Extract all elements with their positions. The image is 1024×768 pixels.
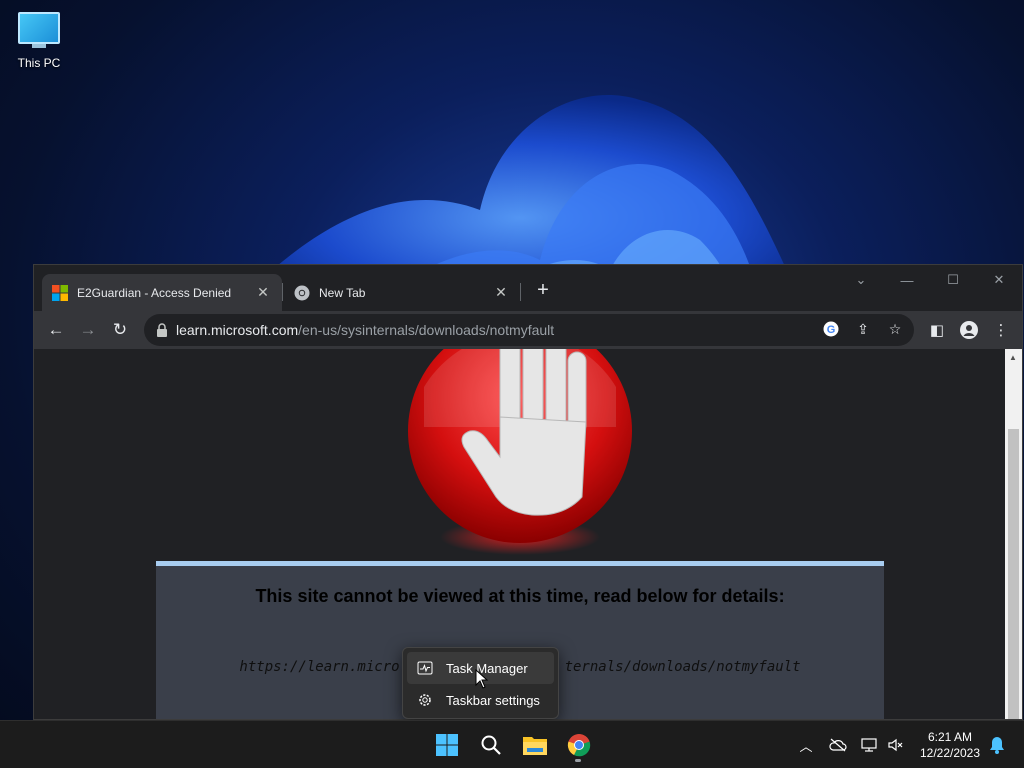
- lock-icon: [157, 323, 167, 337]
- tab-strip: E2Guardian - Access Denied ✕ New Tab ✕ +…: [34, 265, 1022, 311]
- share-icon[interactable]: ⇪: [854, 320, 872, 338]
- minimize-button[interactable]: —: [884, 265, 930, 295]
- scroll-up-icon[interactable]: ▲: [1009, 353, 1017, 362]
- side-panel-icon[interactable]: ◧: [924, 314, 950, 346]
- profile-icon[interactable]: [956, 314, 982, 346]
- close-tab-icon[interactable]: ✕: [254, 284, 272, 301]
- menu-kebab-icon[interactable]: ⋮: [988, 314, 1014, 346]
- bookmark-star-icon[interactable]: ☆: [886, 320, 904, 338]
- tab-title: E2Guardian - Access Denied: [77, 285, 232, 300]
- gear-icon: [419, 694, 431, 706]
- network-icon[interactable]: [860, 735, 880, 755]
- start-button[interactable]: [431, 729, 463, 761]
- maximize-button[interactable]: ☐: [930, 265, 976, 295]
- tab-title: New Tab: [319, 285, 366, 300]
- search-icon: [481, 735, 501, 755]
- mouse-cursor-icon: [475, 669, 489, 689]
- close-tab-icon[interactable]: ✕: [492, 284, 510, 301]
- url-path: /en-us/sysinternals/downloads/notmyfault: [298, 322, 555, 338]
- url-host: learn.microsoft.com: [176, 322, 299, 338]
- menu-item-label: Taskbar settings: [446, 692, 540, 708]
- tab-e2guardian[interactable]: E2Guardian - Access Denied ✕: [42, 274, 282, 311]
- chrome-taskbar-button[interactable]: [563, 729, 595, 761]
- clock-date: 12/22/2023: [919, 746, 981, 760]
- clock-time: 6:21 AM: [927, 730, 973, 744]
- microsoft-logo-icon: [52, 284, 68, 301]
- tab-new-tab[interactable]: New Tab ✕: [284, 274, 520, 311]
- notification-bell-icon[interactable]: [987, 735, 1007, 755]
- new-tab-button[interactable]: +: [532, 279, 554, 301]
- stop-hand-icon: [408, 349, 632, 555]
- monitor-icon: [18, 12, 60, 44]
- forward-button[interactable]: →: [72, 314, 104, 346]
- address-bar[interactable]: learn.microsoft.com/en-us/sysinternals/d…: [144, 314, 914, 346]
- system-clock[interactable]: 6:21 AM 12/22/2023: [914, 729, 986, 761]
- taskbar: ︿ 6:21 AM 12/22/2023: [0, 720, 1024, 768]
- google-lens-icon[interactable]: G: [822, 320, 840, 338]
- page-heading: This site cannot be viewed at this time,…: [255, 586, 785, 606]
- desktop-icon-label: This PC: [17, 56, 61, 70]
- onedrive-offline-icon[interactable]: [828, 735, 848, 755]
- chrome-icon: [294, 285, 310, 300]
- reload-button[interactable]: ↻: [104, 314, 136, 346]
- file-explorer-button[interactable]: [519, 729, 551, 761]
- activity-monitor-icon: [417, 661, 433, 675]
- desktop-icon-this-pc[interactable]: This PC: [10, 8, 68, 70]
- volume-muted-icon[interactable]: [886, 735, 906, 755]
- close-window-button[interactable]: ✕: [976, 265, 1022, 295]
- file-explorer-icon: [523, 737, 547, 755]
- svg-text:G: G: [827, 324, 836, 336]
- page-scrollbar[interactable]: ▲: [1005, 349, 1022, 719]
- tab-search-button[interactable]: ⌄: [838, 265, 884, 295]
- search-button[interactable]: [475, 729, 507, 761]
- chevron-up-icon[interactable]: ︿: [796, 735, 816, 755]
- chrome-running-indicator: [575, 759, 581, 762]
- browser-toolbar: ← → ↻ learn.microsoft.com/en-us/sysinter…: [34, 311, 1022, 349]
- start-icon: [436, 734, 458, 756]
- chrome-icon: [567, 734, 591, 757]
- scroll-thumb[interactable]: [1008, 429, 1019, 719]
- back-button[interactable]: ←: [40, 314, 72, 346]
